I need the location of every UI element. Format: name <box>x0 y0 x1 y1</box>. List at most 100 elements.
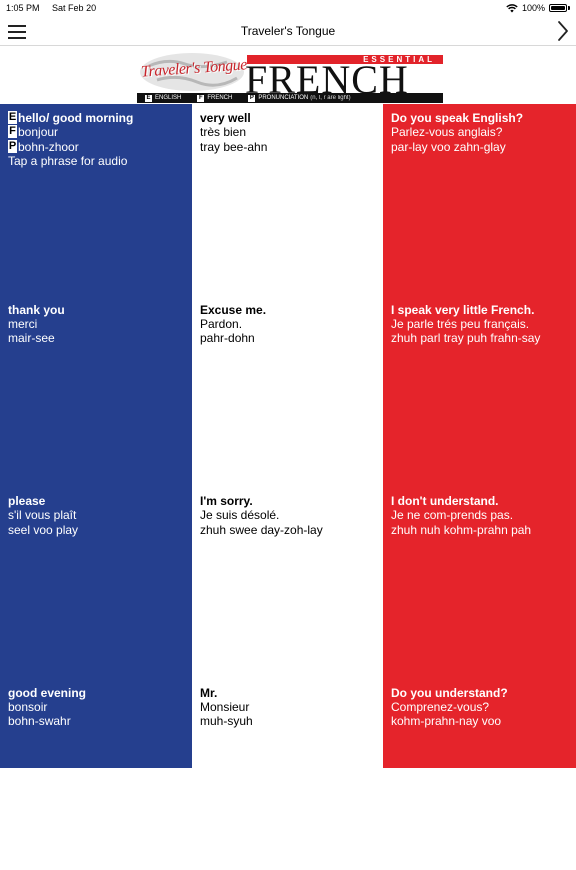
phrase-text: zhuh swee day-zoh-lay <box>200 522 323 537</box>
phrase-text: mair-see <box>8 331 55 345</box>
phrase-cell[interactable]: I don't understand. Je ne com-prends pas.… <box>383 487 576 678</box>
phrase-cell[interactable]: please s'il vous plaît seel voo play <box>0 487 192 678</box>
phrase-text: par-lay voo zahn-glay <box>391 139 506 154</box>
phrase-text: très bien <box>200 125 247 139</box>
phrase-cell[interactable]: Excuse me. Pardon. pahr-dohn <box>192 296 383 487</box>
phrase-french: Je parle trés peu français. <box>391 317 568 332</box>
phrase-english: Mr. <box>200 686 375 700</box>
phrase-french: Parlez-vous anglais? <box>391 125 568 140</box>
phrase-text: I'm sorry. <box>200 494 253 508</box>
legend-pronunciation: P PRONUNCIATION (n, l, r are light) <box>248 93 351 103</box>
legend-key: P <box>248 94 256 102</box>
phrase-text: Je parle trés peu français. <box>391 316 530 331</box>
legend-english: E ENGLISH <box>145 93 181 103</box>
status-date: Sat Feb 20 <box>52 3 97 13</box>
battery-icon <box>549 4 567 12</box>
phrase-french: Fbonjour <box>8 125 184 140</box>
legend-french: F FRENCH <box>197 93 232 103</box>
banner: Traveler's Tongue ESSENTIAL FRENCH E ENG… <box>137 52 443 104</box>
phrase-text: good evening <box>8 685 86 700</box>
phrase-cell[interactable]: Do you speak English? Parlez-vous anglais… <box>383 104 576 295</box>
phrase-pronunciation: muh-syuh <box>200 714 375 729</box>
phrase-english: Excuse me. <box>200 303 375 317</box>
phrase-french: Je ne com-prends pas. <box>391 508 568 523</box>
phrase-text: Monsieur <box>200 699 250 714</box>
phrase-grid: Ehello/ good morning Fbonjour Pbohn-zhoor T… <box>0 104 576 768</box>
phrase-text: zhuh nuh kohm-prahn pah <box>391 522 532 537</box>
phrase-pronunciation: par-lay voo zahn-glay <box>391 140 568 155</box>
phrase-column-white: very well très bien tray bee-ahn Excuse me.… <box>192 104 383 768</box>
phrase-cell[interactable]: Ehello/ good morning Fbonjour Pbohn-zhoor T… <box>0 104 192 295</box>
legend-key: E <box>145 94 152 102</box>
phrase-cell[interactable]: very well très bien tray bee-ahn <box>192 104 383 295</box>
page-title: Traveler's Tongue <box>240 24 336 38</box>
phrase-text: tray bee-ahn <box>200 139 268 154</box>
phrase-french: bonsoir <box>8 700 184 715</box>
chevron-right-icon[interactable] <box>556 20 570 42</box>
phrase-cell[interactable]: Mr. Monsieur muh-syuh <box>192 679 383 870</box>
phrase-french: Je suis désolé. <box>200 508 375 523</box>
phrase-text: Je ne com-prends pas. <box>391 508 514 522</box>
phrase-text: muh-syuh <box>200 714 253 728</box>
phrase-column-blue: Ehello/ good morning Fbonjour Pbohn-zhoor T… <box>0 104 192 768</box>
wifi-icon <box>506 3 518 12</box>
phrase-french: merci <box>8 317 184 332</box>
phrase-english: I'm sorry. <box>200 494 375 508</box>
phrase-text: very well <box>200 111 251 125</box>
phrase-text: Pardon. <box>200 316 243 331</box>
phrase-text: I speak very little French. <box>391 302 535 317</box>
phrase-text: I don't understand. <box>391 494 499 508</box>
phrase-pronunciation: mair-see <box>8 331 184 346</box>
legend-label: FRENCH <box>207 95 233 101</box>
phrase-french: Pardon. <box>200 317 375 332</box>
banner-logo: Traveler's Tongue <box>137 52 247 96</box>
phrase-cell[interactable]: thank you merci mair-see <box>0 296 192 487</box>
phrase-cell[interactable]: I speak very little French. Je parle trés… <box>383 296 576 487</box>
phrase-text: Mr. <box>200 685 218 700</box>
phrase-cell[interactable]: Do you understand? Comprenez-vous? kohm-pr… <box>383 679 576 870</box>
phrase-text: pahr-dohn <box>200 331 255 345</box>
legend-note: (n, l, r are light) <box>310 95 351 101</box>
phrase-text: Je suis désolé. <box>200 508 280 522</box>
phrase-english: I don't understand. <box>391 494 568 508</box>
phrase-english: thank you <box>8 303 184 317</box>
legend-key: F <box>197 94 205 102</box>
phrase-french: très bien <box>200 125 375 140</box>
audio-hint: Tap a phrase for audio <box>8 154 128 168</box>
status-right: 100% <box>506 0 570 16</box>
phrase-text: Parlez-vous anglais? <box>391 125 503 139</box>
language-key: F <box>8 125 17 138</box>
language-key: E <box>8 111 17 124</box>
phrase-text: bonjour <box>18 125 59 139</box>
phrase-text: bohn-swahr <box>8 714 71 728</box>
phrase-english: please <box>8 494 184 508</box>
phrase-english: good evening <box>8 686 184 700</box>
status-bar: 1:05 PM Sat Feb 20 100% <box>0 0 576 16</box>
phrase-text: bonsoir <box>8 699 48 714</box>
phrase-english: Do you understand? <box>391 686 568 700</box>
status-time: 1:05 PM <box>6 3 40 13</box>
phrase-text: thank you <box>8 302 65 317</box>
phrase-pronunciation: tray bee-ahn <box>200 140 375 155</box>
phrase-french: Monsieur <box>200 700 375 715</box>
phrase-text: Excuse me. <box>200 302 267 317</box>
phrase-english: very well <box>200 111 375 125</box>
phrase-cell[interactable]: good evening bonsoir bohn-swahr <box>0 679 192 870</box>
battery-cap <box>568 6 570 10</box>
status-left: 1:05 PM Sat Feb 20 <box>6 0 96 16</box>
phrase-text: hello/ good morning <box>18 111 134 125</box>
phrase-pronunciation: seel voo play <box>8 523 184 538</box>
phrase-french: s'il vous plaît <box>8 508 184 523</box>
phrase-text: seel voo play <box>8 522 79 537</box>
phrase-pronunciation: zhuh parl tray puh frahn-say <box>391 331 568 346</box>
phrase-french: Comprenez-vous? <box>391 700 568 715</box>
phrase-pronunciation: pahr-dohn <box>200 331 375 346</box>
phrase-english: I speak very little French. <box>391 303 568 317</box>
phrase-cell[interactable]: I'm sorry. Je suis désolé. zhuh swee day-z… <box>192 487 383 678</box>
battery-percent: 100% <box>521 3 545 13</box>
phrase-text: Do you understand? <box>391 685 508 700</box>
phrase-text: kohm-prahn-nay voo <box>391 714 502 728</box>
language-key: P <box>8 139 17 153</box>
phrase-pronunciation: bohn-swahr <box>8 714 184 729</box>
phrase-text: s'il vous plaît <box>8 508 77 522</box>
